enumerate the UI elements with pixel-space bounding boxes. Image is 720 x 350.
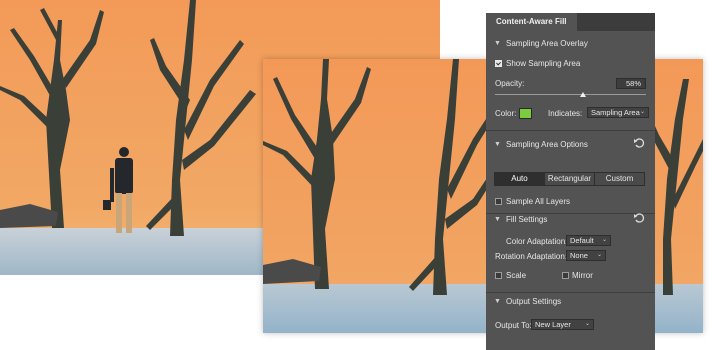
dropdown-caret-icon: ⌄: [584, 321, 590, 327]
panel-tab-title[interactable]: Content-Aware Fill: [486, 13, 577, 31]
color-label: Color:: [495, 109, 517, 118]
mirror-checkbox[interactable]: [562, 272, 569, 279]
sampling-mode-segmented-control: Auto Rectangular Custom: [494, 172, 645, 186]
indicates-label: Indicates:: [548, 109, 583, 118]
sample-all-layers-label: Sample All Layers: [506, 197, 571, 206]
opacity-slider[interactable]: [495, 94, 646, 95]
rotation-adaptation-label: Rotation Adaptation:: [495, 252, 568, 261]
section-sampling-options[interactable]: ▼ Sampling Area Options: [486, 138, 655, 152]
chevron-down-icon[interactable]: ▼: [494, 213, 501, 227]
divider: [486, 130, 655, 131]
auto-button[interactable]: Auto: [495, 173, 545, 185]
color-adaptation-value: Default: [570, 236, 594, 245]
panel-tab-bar: Content-Aware Fill: [486, 13, 655, 31]
scale-label: Scale: [506, 271, 527, 280]
chevron-down-icon[interactable]: ▼: [494, 295, 501, 309]
scale-checkbox[interactable]: [495, 272, 502, 279]
rectangular-button[interactable]: Rectangular: [545, 173, 595, 185]
section-fill-settings[interactable]: ▼ Fill Settings: [486, 213, 655, 227]
section-sampling-overlay-label: Sampling Area Overlay: [506, 39, 588, 48]
reset-icon[interactable]: [633, 212, 645, 224]
section-output-settings[interactable]: ▼ Output Settings: [486, 295, 655, 309]
content-aware-fill-panel: Content-Aware Fill ▼ Sampling Area Overl…: [486, 13, 655, 350]
color-adaptation-select[interactable]: Default ⌄: [566, 235, 611, 246]
rotation-adaptation-value: None: [570, 251, 588, 260]
dropdown-caret-icon: ⌄: [639, 109, 645, 115]
output-to-select[interactable]: New Layer ⌄: [531, 319, 594, 330]
show-sampling-area-checkbox[interactable]: [495, 60, 502, 67]
divider: [486, 292, 655, 293]
sample-all-layers-checkbox[interactable]: [495, 198, 502, 205]
output-to-label: Output To:: [495, 321, 532, 330]
reset-icon[interactable]: [633, 137, 645, 149]
section-sampling-overlay[interactable]: ▼ Sampling Area Overlay: [486, 37, 655, 51]
opacity-label: Opacity:: [495, 79, 525, 88]
dropdown-caret-icon: ⌄: [601, 237, 607, 243]
dropdown-caret-icon: ⌄: [596, 252, 602, 258]
custom-button[interactable]: Custom: [595, 173, 644, 185]
chevron-down-icon[interactable]: ▼: [494, 138, 501, 152]
opacity-slider-thumb[interactable]: [579, 92, 586, 97]
overlay-color-swatch[interactable]: [519, 108, 532, 119]
indicates-select[interactable]: Sampling Area ⌄: [587, 107, 649, 118]
output-to-value: New Layer: [535, 320, 571, 329]
rotation-adaptation-select[interactable]: None ⌄: [566, 250, 606, 261]
opacity-field[interactable]: 58%: [616, 78, 646, 89]
section-fill-settings-label: Fill Settings: [506, 215, 548, 224]
section-sampling-options-label: Sampling Area Options: [506, 140, 588, 149]
mirror-label: Mirror: [572, 271, 593, 280]
section-output-settings-label: Output Settings: [506, 297, 562, 306]
indicates-select-value: Sampling Area: [591, 108, 640, 117]
color-adaptation-label: Color Adaptation:: [506, 237, 568, 246]
show-sampling-area-label: Show Sampling Area: [506, 59, 581, 68]
chevron-down-icon[interactable]: ▼: [494, 37, 501, 51]
